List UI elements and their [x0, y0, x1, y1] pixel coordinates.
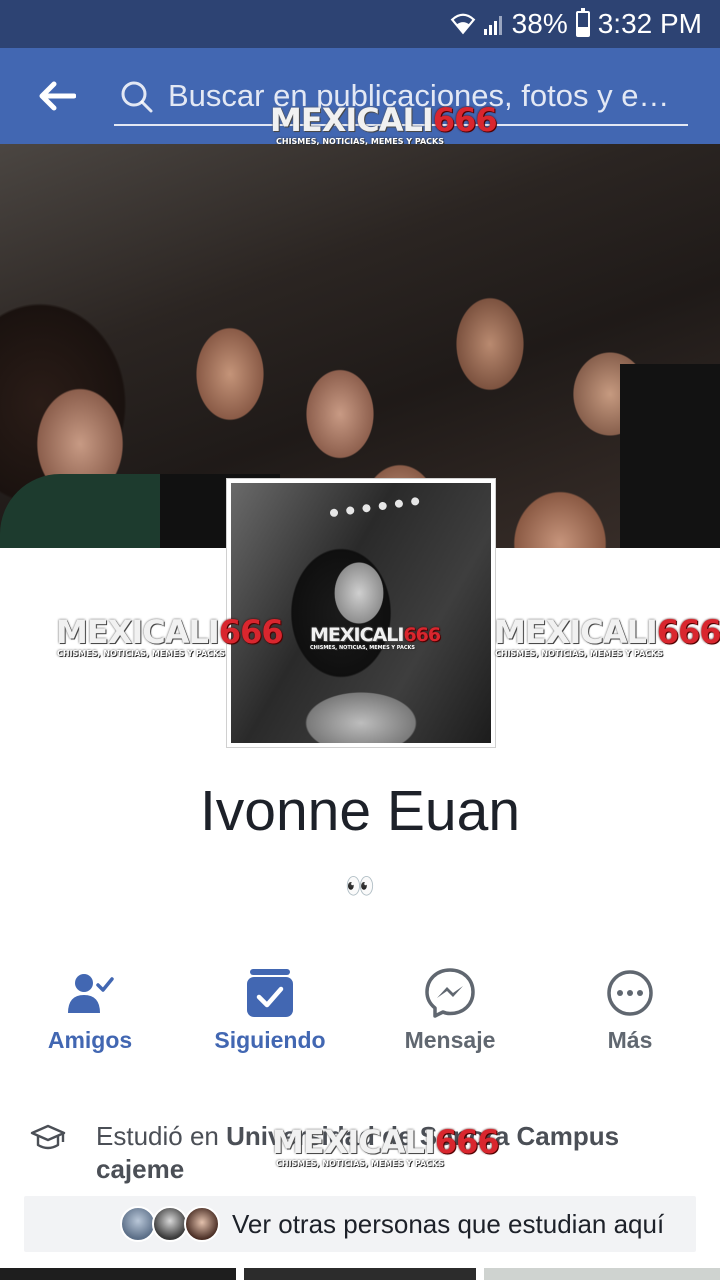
- search-bar[interactable]: [114, 70, 688, 126]
- classmate-avatars: [120, 1206, 228, 1242]
- battery-percent: 38%: [511, 8, 568, 39]
- status-bar: 38% 3:32 PM: [0, 0, 720, 48]
- messenger-icon: [425, 968, 475, 1018]
- following-button[interactable]: Siguiendo: [180, 965, 360, 1065]
- wifi-icon: [450, 13, 476, 35]
- signal-icon: [483, 16, 502, 35]
- avatar: [184, 1206, 220, 1242]
- more-label: Más: [607, 1027, 653, 1053]
- watermark-logo: MEXICALI666 CHISMES, NOTICIAS, MEMES Y P…: [494, 613, 720, 658]
- following-check-icon: [247, 969, 293, 1017]
- education-prefix: Estudió en: [96, 1121, 227, 1151]
- more-button[interactable]: Más: [540, 965, 720, 1065]
- search-input[interactable]: [168, 74, 683, 118]
- see-classmates-button[interactable]: Ver otras personas que estudian aquí: [24, 1196, 696, 1252]
- status-icons: 38% 3:32 PM: [450, 0, 702, 48]
- photo-grid-preview[interactable]: [0, 1268, 720, 1280]
- profile-picture[interactable]: [226, 478, 496, 748]
- search-icon: [121, 81, 153, 113]
- education-text: Estudió en Universidad de Sonora Campus …: [96, 1120, 686, 1186]
- message-button[interactable]: Mensaje: [360, 965, 540, 1065]
- friends-label: Amigos: [47, 1027, 133, 1053]
- friends-check-icon: [68, 974, 114, 1013]
- profile-name: Ivonne Euan: [199, 779, 521, 843]
- avatar: [152, 1206, 188, 1242]
- following-label: Siguiendo: [214, 1027, 326, 1053]
- more-icon: [607, 970, 653, 1016]
- clock: 3:32 PM: [597, 8, 702, 39]
- graduation-cap-icon: [30, 1124, 66, 1150]
- back-arrow-icon[interactable]: [36, 78, 76, 114]
- search-header: [0, 48, 720, 144]
- battery-icon: [575, 8, 590, 37]
- profile-bio: 👀: [345, 873, 375, 900]
- avatar: [120, 1206, 156, 1242]
- profile-actions: Amigos Siguiendo Mensaje Más: [0, 965, 720, 1065]
- message-label: Mensaje: [404, 1027, 496, 1053]
- friends-button[interactable]: Amigos: [0, 965, 180, 1065]
- watermark-logo: MEXICALI666 CHISMES, NOTICIAS, MEMES Y P…: [56, 613, 284, 658]
- see-classmates-label: Ver otras personas que estudian aquí: [232, 1209, 665, 1239]
